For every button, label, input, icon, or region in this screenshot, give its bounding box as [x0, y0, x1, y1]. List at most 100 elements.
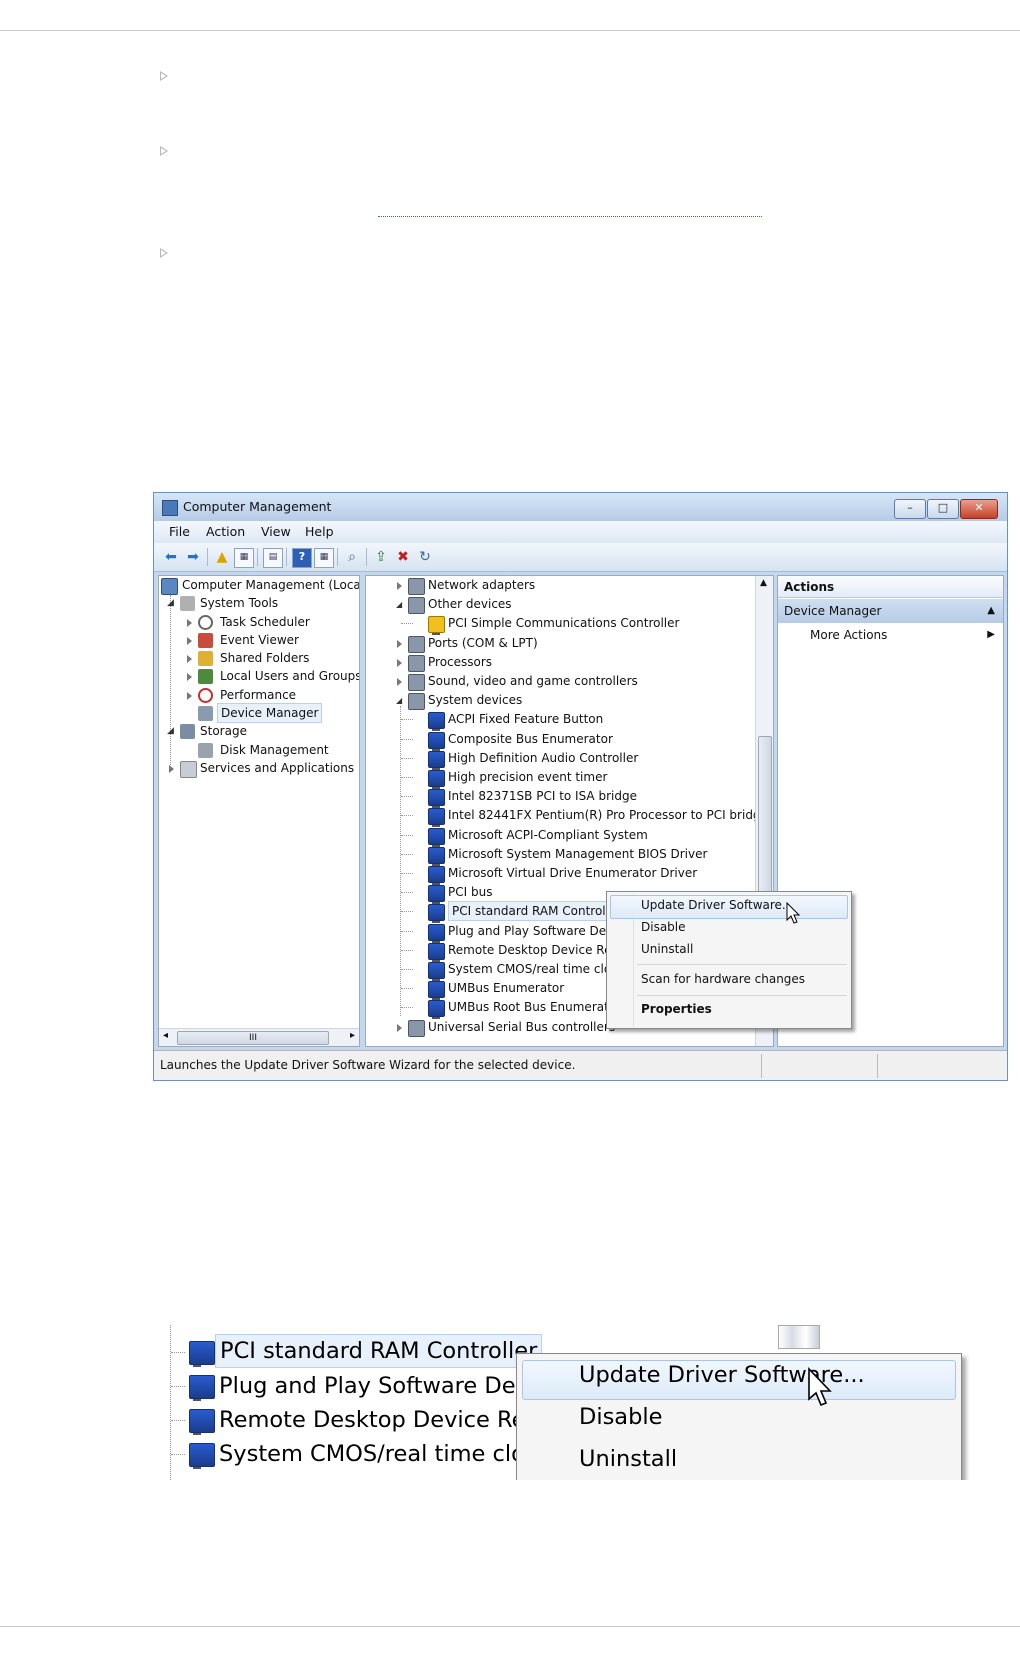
actions-device-manager[interactable]: Device Manager ▲	[778, 599, 1003, 623]
tree-connector	[401, 758, 413, 759]
menu-item-update-driver[interactable]: Update Driver Software...	[641, 898, 793, 912]
title-bar[interactable]: Computer Management – □ ✕	[154, 493, 1007, 521]
expand-icon[interactable]	[187, 692, 192, 700]
menu-item-properties[interactable]: Properties	[641, 1002, 712, 1016]
tree-connector	[171, 1386, 185, 1387]
help-icon[interactable]: ?	[292, 548, 312, 568]
menu-help[interactable]: Help	[305, 524, 334, 539]
scroll-left-icon[interactable]: ◂	[163, 1030, 168, 1041]
collapse-icon[interactable]: ◢	[167, 594, 174, 613]
mouse-cursor-icon	[808, 1367, 832, 1407]
more-actions-label: More Actions	[810, 628, 888, 642]
category-icon	[408, 693, 425, 710]
tree-guide	[170, 1325, 171, 1480]
device-tree-label: Network adapters	[428, 578, 536, 592]
expand-icon[interactable]	[397, 659, 402, 667]
device-icon	[428, 847, 445, 866]
device-tree-label: Intel 82371SB PCI to ISA bridge	[448, 789, 637, 803]
device-icon	[428, 943, 445, 962]
category-icon	[408, 597, 425, 614]
expand-icon[interactable]	[187, 637, 192, 645]
scroll-up-icon[interactable]: ▲	[760, 578, 767, 588]
scroll-thumb[interactable]: III	[177, 1031, 329, 1045]
zoom-row-label: Remote Desktop Device Red	[219, 1407, 540, 1433]
scroll-thumb[interactable]	[758, 736, 772, 898]
up-folder-icon[interactable]: ▲	[213, 548, 231, 566]
minimize-button[interactable]: –	[894, 499, 926, 519]
expand-icon[interactable]	[397, 678, 402, 686]
collapse-icon[interactable]: ◢	[167, 722, 174, 741]
event-viewer-icon	[198, 633, 213, 648]
console-tree-pane: Computer Management (Local ◢ System Tool…	[158, 575, 360, 1047]
menu-file[interactable]: File	[169, 524, 190, 539]
back-arrow-icon[interactable]: ⬅	[162, 548, 180, 566]
tree-connector	[401, 739, 413, 740]
collapse-icon[interactable]: ▲	[987, 599, 995, 623]
menu-item-scan[interactable]: Scan for hardware changes	[641, 972, 805, 986]
update-driver-icon[interactable]: ⇪	[372, 548, 390, 566]
context-menu: Update Driver Software... Disable Uninst…	[606, 891, 852, 1029]
expand-icon[interactable]	[169, 765, 174, 773]
zoom-menu-item-disable[interactable]: Disable	[579, 1404, 662, 1430]
top-rule	[0, 30, 1020, 31]
bullet-icon	[160, 71, 168, 81]
services-icon	[180, 761, 197, 778]
menu-separator	[637, 964, 847, 965]
uninstall-icon[interactable]: ✖	[394, 548, 412, 566]
mouse-cursor-icon	[786, 901, 801, 924]
collapse-icon[interactable]: ◢	[396, 691, 402, 710]
toolbar-separator	[207, 548, 208, 566]
device-tree-label: Ports (COM & LPT)	[428, 636, 538, 650]
tree-connector	[171, 1454, 185, 1455]
menu-view[interactable]: View	[261, 524, 291, 539]
maximize-button[interactable]: □	[927, 499, 959, 519]
expand-icon[interactable]	[397, 640, 402, 648]
tree-connector	[171, 1352, 185, 1353]
computer-icon	[161, 578, 178, 595]
disk-icon	[198, 743, 213, 758]
device-icon	[189, 1375, 215, 1401]
tree-connector	[401, 892, 413, 893]
more-actions-item[interactable]: More Actions	[810, 628, 887, 642]
device-tree-label: High precision event timer	[448, 770, 608, 784]
device-tree-label: Other devices	[428, 597, 512, 611]
category-icon	[408, 655, 425, 672]
menu-item-disable[interactable]: Disable	[641, 920, 686, 934]
menu-item-uninstall[interactable]: Uninstall	[641, 942, 693, 956]
performance-icon	[198, 688, 213, 703]
menu-action[interactable]: Action	[206, 524, 245, 539]
device-tree-label: UMBus Root Bus Enumerato	[448, 1000, 617, 1014]
expand-icon[interactable]	[187, 655, 192, 663]
forward-arrow-icon[interactable]: ➡	[184, 548, 202, 566]
tree-connector	[401, 835, 413, 836]
enable-icon[interactable]: ↻	[416, 548, 434, 566]
tree-connector	[401, 796, 413, 797]
expand-icon[interactable]	[187, 673, 192, 681]
device-tree-label: PCI bus	[448, 885, 493, 899]
collapse-icon[interactable]: ◢	[396, 595, 402, 614]
horizontal-scrollbar[interactable]: ◂ III ▸	[159, 1028, 359, 1046]
shared-folder-icon	[198, 651, 213, 666]
zoomed-detail: PCI standard RAM Controller Plug and Pla…	[153, 1325, 1006, 1480]
toolbar-separator	[257, 548, 258, 566]
scroll-right-icon[interactable]: ▸	[350, 1030, 355, 1041]
tree-connector	[401, 719, 413, 720]
expand-icon[interactable]	[187, 619, 192, 627]
toolbar-separator	[366, 548, 367, 566]
console-tree-icon[interactable]: ▦	[234, 548, 254, 568]
device-manager-icon	[198, 706, 213, 721]
tree-connector	[401, 623, 413, 624]
expand-icon[interactable]	[397, 1024, 402, 1032]
expand-icon[interactable]	[397, 582, 402, 590]
category-icon	[408, 578, 425, 595]
device-tree-label: Microsoft System Management BIOS Driver	[448, 847, 708, 861]
view-icon[interactable]: ▦	[314, 548, 334, 568]
status-separator	[761, 1054, 762, 1078]
close-button[interactable]: ✕	[960, 499, 998, 519]
properties-icon[interactable]: ▤	[263, 548, 283, 568]
zoom-context-menu: Update Driver Software... Disable Uninst…	[516, 1353, 962, 1480]
toolbar-separator	[337, 548, 338, 566]
users-icon	[198, 669, 213, 684]
zoom-menu-item-uninstall[interactable]: Uninstall	[579, 1446, 677, 1472]
scan-icon[interactable]: ⌕	[343, 548, 361, 566]
